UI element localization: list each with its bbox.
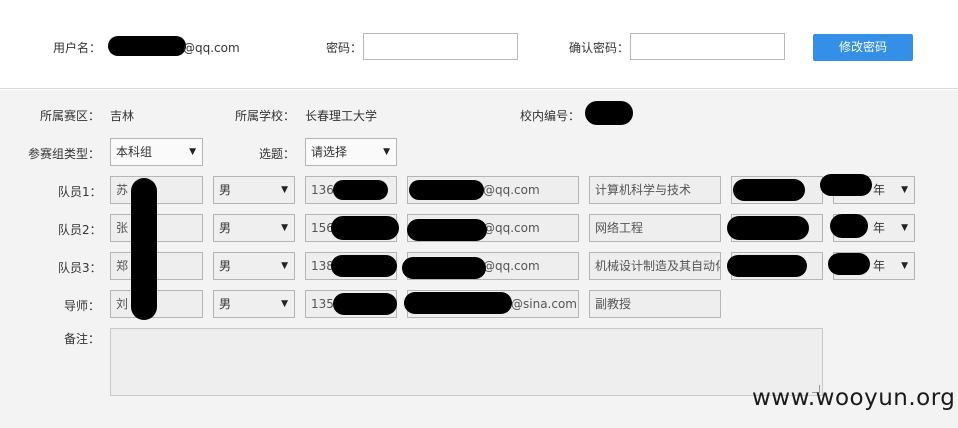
advisor-gender-select[interactable]: 男 ▼ <box>213 290 295 318</box>
campus-id-label: 校内编号： <box>520 109 581 123</box>
advisor-label: 导师： <box>64 299 101 313</box>
member2-label: 队员2： <box>58 223 102 237</box>
redaction-mark <box>402 257 486 279</box>
member2-major-field[interactable]: 网络工程 <box>589 214 721 242</box>
member3-major-field[interactable]: 机械设计制造及其自动化 <box>589 252 721 280</box>
username-redaction <box>108 36 186 56</box>
redaction-mark <box>409 180 484 200</box>
region-label: 所属赛区： <box>40 109 101 123</box>
password-input[interactable] <box>363 33 518 60</box>
username-label: 用户名： <box>53 41 102 55</box>
topic-select[interactable]: 请选择 ▼ <box>305 138 397 166</box>
group-type-value: 本科组 <box>116 145 153 159</box>
redaction-mark <box>733 179 805 201</box>
member3-label: 队员3： <box>58 261 102 275</box>
confirm-password-label: 确认密码： <box>569 41 630 55</box>
change-password-button[interactable]: 修改密码 <box>813 34 913 61</box>
dropdown-arrow-icon: ▼ <box>281 299 288 309</box>
dropdown-arrow-icon: ▼ <box>189 147 196 157</box>
dropdown-arrow-icon: ▼ <box>281 185 288 195</box>
redaction-mark <box>331 255 397 277</box>
password-label: 密码： <box>326 41 363 55</box>
redaction-mark <box>333 180 388 200</box>
redaction-mark <box>727 216 809 240</box>
redaction-mark <box>727 255 807 277</box>
group-type-label: 参赛组类型： <box>28 147 101 161</box>
redaction-mark <box>404 292 512 314</box>
member2-gender-select[interactable]: 男 ▼ <box>213 214 295 242</box>
member1-major-field[interactable]: 计算机科学与技术 <box>589 176 721 204</box>
school-value: 长春理工大学 <box>305 109 378 123</box>
watermark: www.wooyun.org <box>752 385 956 411</box>
dropdown-arrow-icon: ▼ <box>901 223 908 233</box>
region-value: 吉林 <box>110 109 135 123</box>
remark-textarea[interactable] <box>110 328 823 396</box>
redaction-mark <box>828 253 870 275</box>
confirm-password-input[interactable] <box>630 33 785 60</box>
names-redaction <box>131 178 157 320</box>
topic-value: 请选择 <box>311 145 348 159</box>
redaction-mark <box>407 219 487 241</box>
member1-label: 队员1： <box>58 185 102 199</box>
campus-id-redaction <box>585 101 633 125</box>
member1-gender-select[interactable]: 男 ▼ <box>213 176 295 204</box>
dropdown-arrow-icon: ▼ <box>901 185 908 195</box>
dropdown-arrow-icon: ▼ <box>901 261 908 271</box>
remark-label: 备注： <box>64 332 101 346</box>
topic-label: 选题： <box>259 147 296 161</box>
member3-gender-select[interactable]: 男 ▼ <box>213 252 295 280</box>
dropdown-arrow-icon: ▼ <box>281 223 288 233</box>
redaction-mark <box>331 216 399 240</box>
advisor-title-field[interactable]: 副教授 <box>589 290 721 318</box>
group-type-select[interactable]: 本科组 ▼ <box>110 138 203 166</box>
username-suffix: @qq.com <box>183 41 240 55</box>
school-label: 所属学校： <box>235 109 296 123</box>
account-bar: 用户名： @qq.com 密码： 确认密码： 修改密码 <box>0 0 958 89</box>
dropdown-arrow-icon: ▼ <box>281 261 288 271</box>
redaction-mark <box>830 214 868 238</box>
redaction-mark <box>333 293 397 315</box>
dropdown-arrow-icon: ▼ <box>383 147 390 157</box>
redaction-mark <box>820 174 872 196</box>
